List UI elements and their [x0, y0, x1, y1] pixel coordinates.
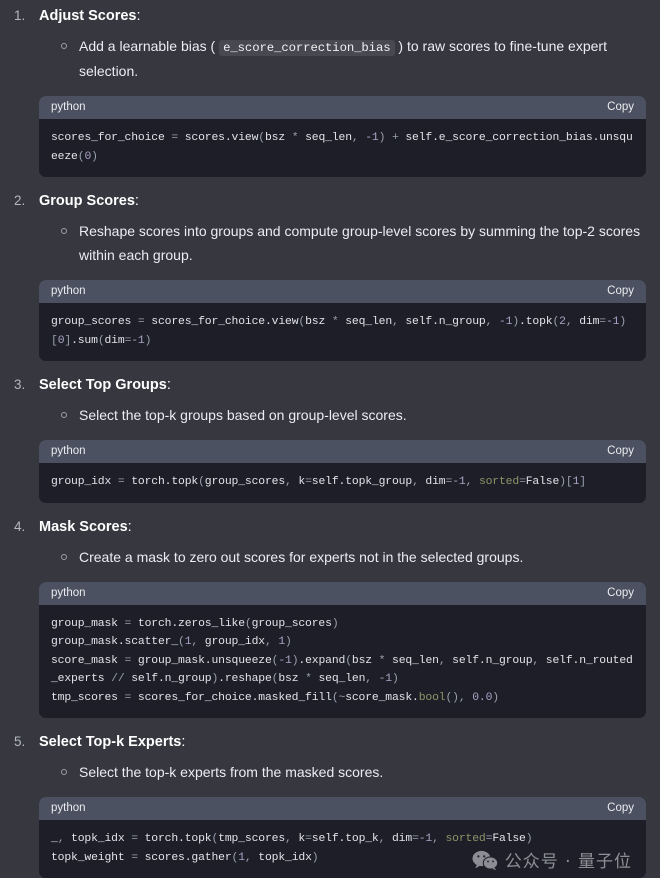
code-block-header: python Copy	[39, 96, 646, 120]
step-description-list: Select the top-k groups based on group-l…	[39, 403, 646, 427]
step-title-text: Adjust Scores	[39, 8, 137, 24]
step-title-colon: :	[134, 193, 139, 210]
code-block-header: python Copy	[39, 797, 646, 821]
copy-code-button[interactable]: Copy	[607, 802, 634, 814]
step-description-list: Create a mask to zero out scores for exp…	[39, 545, 646, 569]
code-language-label: python	[51, 101, 86, 114]
step-title-text: Select Top-k Experts	[39, 734, 182, 751]
step-title: Select Top Groups:	[39, 375, 646, 396]
description-text: Create a mask to zero out scores for exp…	[79, 548, 524, 565]
code-block: python Copy group_scores = scores_for_ch…	[39, 280, 646, 362]
steps-ordered-list: Adjust Scores: Add a learnable bias ( e_…	[14, 6, 646, 878]
step-description-list: Select the top-k experts from the masked…	[39, 760, 646, 784]
markdown-answer-body: Adjust Scores: Add a learnable bias ( e_…	[0, 0, 660, 878]
code-block-header: python Copy	[39, 581, 646, 605]
step-description-list: Add a learnable bias ( e_score_correctio…	[39, 34, 646, 83]
step-title-text: Select Top Groups	[39, 377, 167, 394]
step-description-list: Reshape scores into groups and compute g…	[39, 219, 646, 267]
code-content[interactable]: group_scores = scores_for_choice.view(bs…	[39, 303, 646, 362]
description-text: Select the top-k experts from the masked…	[79, 764, 384, 781]
step-item-2: Group Scores: Reshape scores into groups…	[14, 191, 646, 362]
code-language-label: python	[51, 586, 86, 599]
code-content[interactable]: scores_for_choice = scores.view(bsz * se…	[39, 119, 646, 178]
step-description: Reshape scores into groups and compute g…	[59, 219, 646, 267]
code-content[interactable]: group_idx = torch.topk(group_scores, k=s…	[39, 463, 646, 503]
step-description: Select the top-k groups based on group-l…	[59, 403, 646, 427]
step-description: Select the top-k experts from the masked…	[59, 760, 646, 784]
step-description: Create a mask to zero out scores for exp…	[59, 545, 646, 569]
step-title-colon: :	[166, 377, 171, 394]
step-item-3: Select Top Groups: Select the top-k grou…	[14, 375, 646, 503]
description-text: Reshape scores into groups and compute g…	[79, 223, 641, 264]
code-content[interactable]: _, topk_idx = torch.topk(tmp_scores, k=s…	[39, 820, 646, 878]
description-text: Add a learnable bias (	[79, 38, 216, 55]
step-title-text: Group Scores	[39, 193, 135, 210]
code-block: python Copy group_idx = torch.topk(group…	[39, 440, 646, 503]
code-block-header: python Copy	[39, 440, 646, 464]
code-content[interactable]: group_mask = torch.zeros_like(group_scor…	[39, 604, 646, 719]
step-title-text: Mask Scores	[39, 518, 128, 535]
code-block: python Copy _, topk_idx = torch.topk(tmp…	[39, 797, 646, 878]
step-title-colon: :	[127, 518, 132, 535]
code-language-label: python	[51, 802, 86, 815]
code-language-label: python	[51, 445, 86, 458]
code-block: python Copy scores_for_choice = scores.v…	[39, 96, 646, 178]
copy-code-button[interactable]: Copy	[607, 101, 634, 113]
description-text: Select the top-k groups based on group-l…	[79, 407, 407, 424]
code-block: python Copy group_mask = torch.zeros_lik…	[39, 581, 646, 719]
inline-code: e_score_correction_bias	[219, 40, 395, 57]
step-item-4: Mask Scores: Create a mask to zero out s…	[14, 517, 646, 719]
step-title-colon: :	[136, 8, 141, 24]
step-item-1: Adjust Scores: Add a learnable bias ( e_…	[14, 6, 646, 178]
copy-code-button[interactable]: Copy	[607, 285, 634, 297]
code-language-label: python	[51, 285, 86, 298]
step-item-5: Select Top-k Experts: Select the top-k e…	[14, 732, 646, 878]
copy-code-button[interactable]: Copy	[607, 587, 634, 599]
code-block-header: python Copy	[39, 280, 646, 304]
step-title: Group Scores:	[39, 191, 646, 212]
copy-code-button[interactable]: Copy	[607, 445, 634, 457]
step-description: Add a learnable bias ( e_score_correctio…	[59, 34, 646, 83]
step-title: Mask Scores:	[39, 517, 646, 538]
step-title: Adjust Scores:	[39, 6, 646, 27]
step-title: Select Top-k Experts:	[39, 732, 646, 753]
step-title-colon: :	[181, 734, 186, 751]
